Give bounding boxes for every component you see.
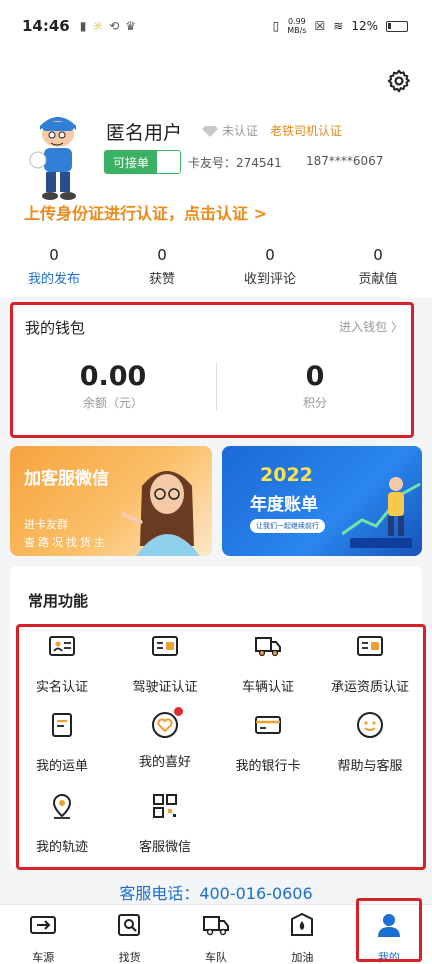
- stat-label: 贡献值: [358, 272, 398, 287]
- verify-status-text: 未认证: [222, 124, 259, 138]
- wallet-card[interactable]: 我的钱包 进入钱包 〉 0.00 余额（元） 0 积分: [10, 302, 414, 438]
- tab-label: 我的: [377, 951, 400, 964]
- stat-comments[interactable]: 0 收到评论: [216, 240, 324, 298]
- fuel-icon: [291, 912, 314, 936]
- battery-small-icon: ▮: [79, 19, 87, 33]
- upload-id-link[interactable]: 上传身份证进行认证，点击认证 >: [24, 200, 267, 224]
- banner-left-sub2: 查路况找货主: [24, 536, 108, 549]
- wifi-icon: ≋: [333, 19, 344, 33]
- card-number: 卡友号：274541: [188, 156, 282, 170]
- stat-value: 0: [265, 246, 275, 264]
- tab-truck-source[interactable]: 车源: [0, 905, 86, 964]
- net-speed-value: 0.99: [287, 17, 306, 26]
- verify-status[interactable]: 未认证: [202, 122, 258, 139]
- common-functions-heading: 常用功能: [28, 592, 89, 610]
- stat-my-posts[interactable]: 0 我的发布: [0, 240, 108, 298]
- driver-cert-link[interactable]: 老铁司机认证: [270, 122, 342, 139]
- wallet-balance[interactable]: 0.00 余额（元）: [13, 361, 213, 411]
- accept-order-label: 可接单: [105, 151, 157, 173]
- stat-likes[interactable]: 0 获赞: [108, 240, 216, 298]
- truck-source-icon: [30, 916, 57, 934]
- banner-left-sub1: 进卡友群: [24, 518, 68, 531]
- username: 匿名用户: [106, 122, 183, 144]
- tab-mine[interactable]: 我的: [346, 905, 432, 964]
- tab-label: 找货: [118, 951, 141, 964]
- wechat-service-banner[interactable]: 加客服微信 进卡友群 查路况找货主: [10, 446, 212, 556]
- banner-right-sub: 让我们一起继续前行: [250, 519, 325, 533]
- diamond-icon: [202, 125, 218, 137]
- sync-icon: ⟲: [109, 19, 120, 33]
- net-speed-unit: MB/s: [287, 26, 307, 35]
- app-icon: ☼: [92, 19, 104, 33]
- battery-text: 12%: [351, 19, 378, 33]
- net-speed: 0.99 MB/s: [287, 17, 306, 35]
- banner-right-year: 2022: [260, 464, 313, 486]
- gear-icon[interactable]: [386, 68, 412, 94]
- banner-right-title: 年度账单: [250, 495, 318, 515]
- stat-value: 0: [49, 246, 59, 264]
- toggle-knob: [157, 151, 180, 173]
- stats-row: 0 我的发布 0 获赞 0 收到评论 0 贡献值: [0, 240, 432, 298]
- tab-find-cargo[interactable]: 找货: [86, 905, 172, 964]
- vibrate-icon: ▯: [272, 19, 280, 33]
- enter-wallet-link[interactable]: 进入钱包 〉: [339, 318, 403, 335]
- stat-label: 我的发布: [27, 272, 80, 287]
- wallet-title: 我的钱包: [25, 319, 86, 337]
- sim-icon: ☒: [314, 19, 326, 33]
- balance-value: 0.00: [79, 361, 147, 392]
- functions-highlight-box: [16, 624, 426, 870]
- phone-number: 187****6067: [306, 154, 384, 168]
- battery-icon: [386, 20, 408, 32]
- balance-label: 余额（元）: [82, 396, 143, 410]
- banner-left-title: 加客服微信: [24, 469, 109, 489]
- tab-label: 车队: [205, 951, 228, 964]
- bottom-tab-bar: 车源 找货 车队 加油 我的: [0, 904, 432, 964]
- wallet-points[interactable]: 0 积分: [217, 361, 413, 411]
- stat-value: 0: [373, 246, 383, 264]
- status-notification-icons: ▮ ☼ ⟲ ♛: [80, 19, 136, 33]
- tab-label: 加油: [291, 951, 314, 964]
- tab-label: 车源: [32, 951, 55, 964]
- fleet-icon: [203, 916, 230, 936]
- crown-icon: ♛: [125, 19, 136, 33]
- accept-order-toggle[interactable]: 可接单: [104, 150, 181, 174]
- status-bar: 14:46 ▮ ☼ ⟲ ♛ ▯ 0.99 MB/s ☒ ≋ 12%: [0, 0, 432, 52]
- annual-bill-banner[interactable]: 2022 年度账单 让我们一起继续前行: [222, 446, 422, 556]
- user-icon: [377, 914, 400, 937]
- service-agent-illustration: [122, 471, 200, 556]
- stat-contribution[interactable]: 0 贡献值: [324, 240, 432, 298]
- status-right: ▯ 0.99 MB/s ☒ ≋ 12%: [273, 17, 408, 35]
- tab-fleet[interactable]: 车队: [173, 905, 259, 964]
- stat-label: 获赞: [148, 272, 175, 287]
- points-label: 积分: [302, 396, 327, 410]
- stat-label: 收到评论: [243, 272, 296, 287]
- stat-value: 0: [157, 246, 167, 264]
- search-cargo-icon: [117, 914, 140, 936]
- points-value: 0: [305, 361, 325, 392]
- status-time: 14:46: [22, 17, 70, 35]
- service-phone-link[interactable]: 客服电话：400-016-0606: [0, 880, 432, 904]
- tab-fuel[interactable]: 加油: [259, 905, 345, 964]
- chart-growth-illustration: [342, 477, 421, 548]
- avatar[interactable]: [24, 112, 90, 202]
